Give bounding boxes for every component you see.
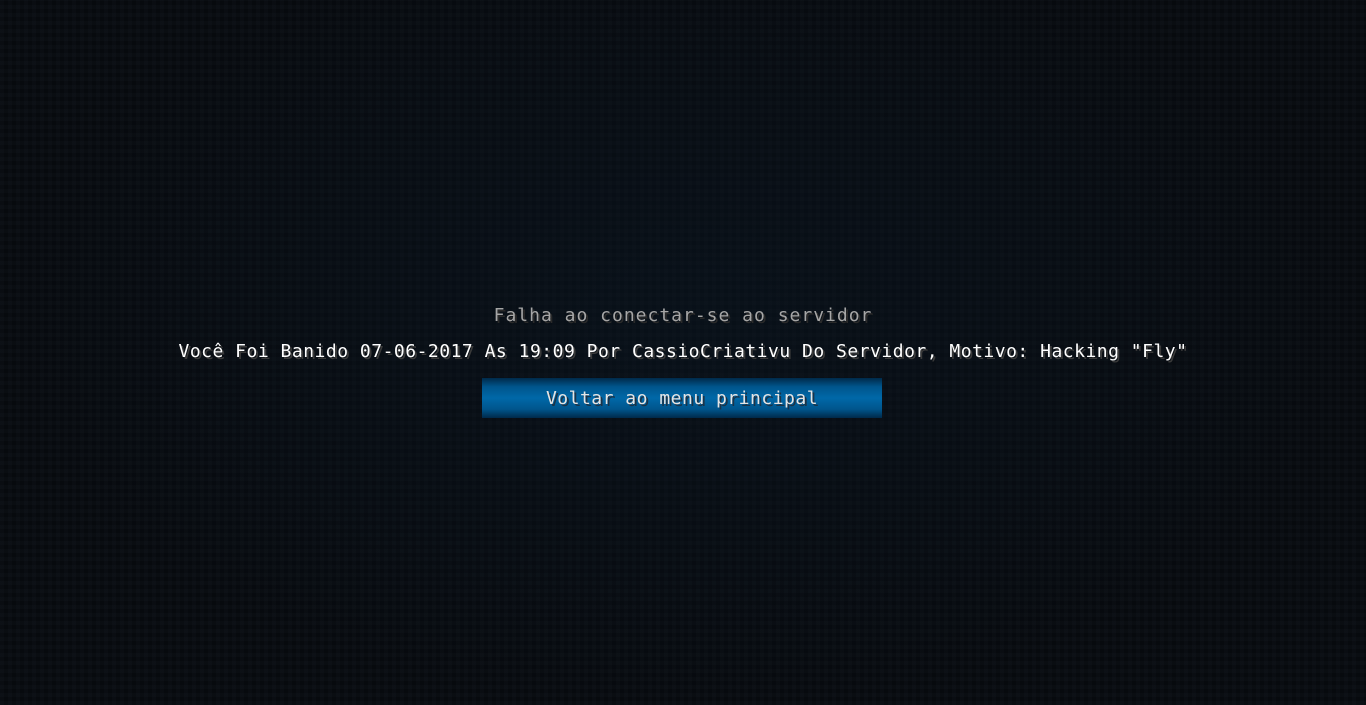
ban-reason-message: Você Foi Banido 07-06-2017 As 19:09 Por … <box>178 341 1188 362</box>
disconnect-title: Falha ao conectar-se ao servidor <box>493 305 873 326</box>
back-to-main-menu-label: Voltar ao menu principal <box>545 387 819 409</box>
back-to-main-menu-button[interactable]: Voltar ao menu principal <box>482 378 882 418</box>
disconnect-screen: Falha ao conectar-se ao servidor Você Fo… <box>0 0 1366 705</box>
